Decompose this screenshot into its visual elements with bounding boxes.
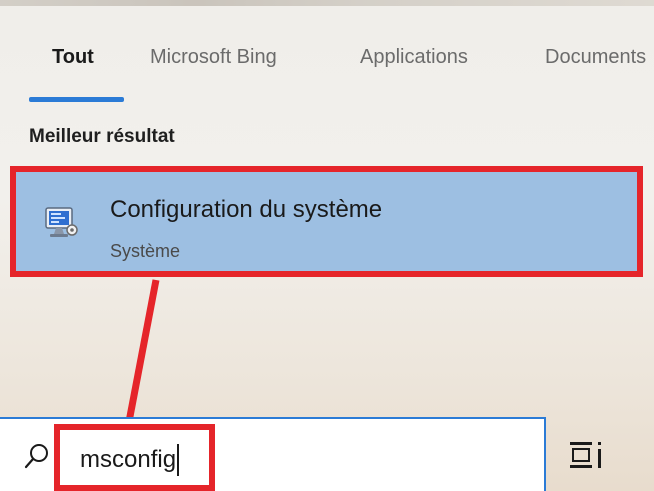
best-result-subtitle: Système [110, 241, 181, 261]
search-panel: Tout Microsoft Bing Applications Documen… [0, 0, 654, 491]
tab-tout[interactable]: Tout [52, 46, 94, 69]
best-result-item[interactable]: Configuration du système Système [10, 166, 643, 277]
best-result-title: Configuration du système [110, 196, 383, 223]
section-title: Meilleur résultat [29, 126, 175, 147]
search-icon [24, 444, 48, 469]
system-configuration-icon [45, 207, 78, 237]
text-caret [177, 444, 180, 476]
task-view-icon[interactable] [568, 440, 606, 470]
tab-applications[interactable]: Applications [360, 46, 468, 69]
search-query-container: msconfig [80, 444, 180, 476]
panel-top-edge [0, 0, 654, 6]
tab-documents[interactable]: Documents [545, 46, 646, 69]
active-tab-indicator [29, 97, 124, 102]
tab-microsoft-bing[interactable]: Microsoft Bing [150, 46, 277, 69]
search-input[interactable]: msconfig [54, 424, 215, 491]
search-query-text: msconfig [80, 446, 177, 473]
search-tabs: Tout Microsoft Bing Applications Documen… [0, 26, 654, 106]
